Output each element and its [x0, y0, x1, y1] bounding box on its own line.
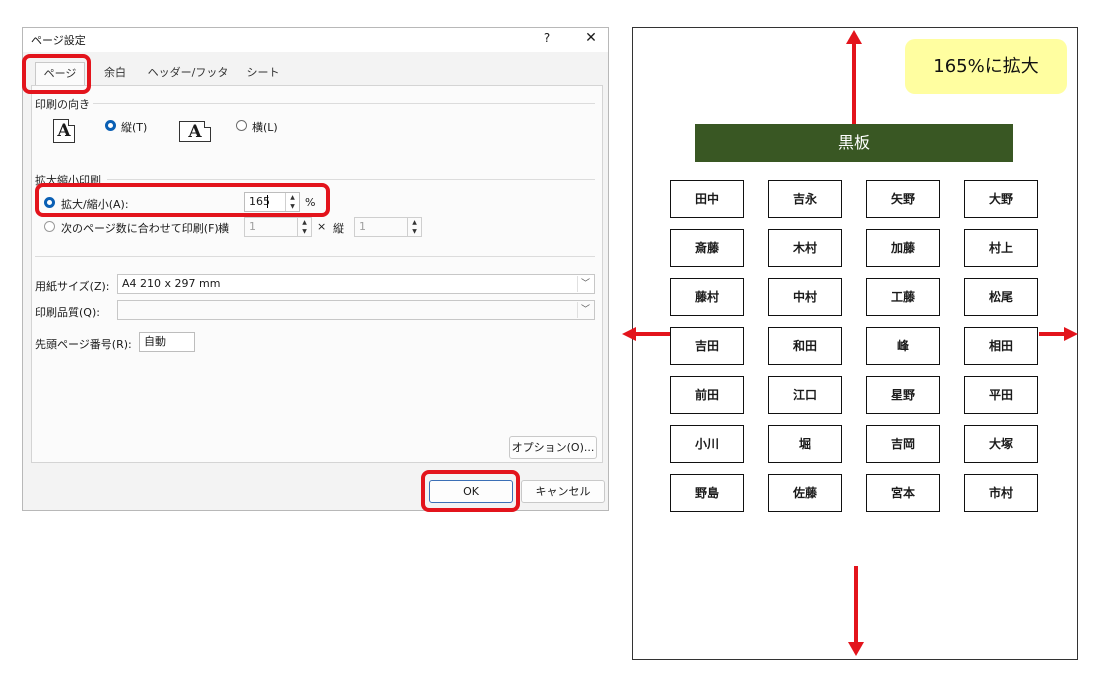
arrow-down-icon — [848, 642, 864, 656]
expansion-arrows — [622, 30, 1078, 656]
arrow-left-icon — [622, 327, 636, 341]
arrow-right-icon — [1064, 327, 1078, 341]
arrow-up-icon — [846, 30, 862, 44]
